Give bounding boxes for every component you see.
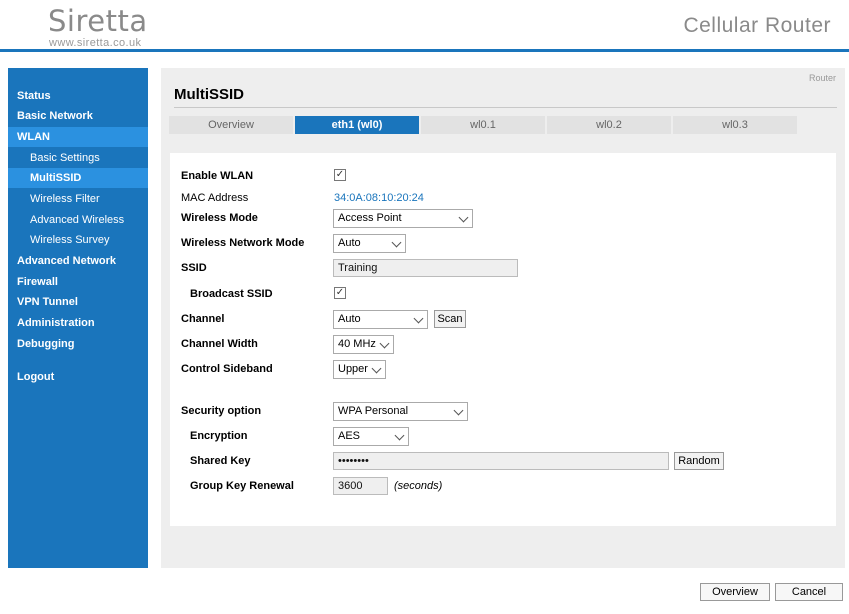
chevron-down-icon: [379, 338, 390, 349]
header-title: Cellular Router: [683, 14, 831, 37]
overview-button[interactable]: Overview: [700, 583, 770, 601]
ssid-input[interactable]: Training: [333, 259, 518, 277]
cancel-button[interactable]: Cancel: [775, 583, 843, 601]
shared-key-input[interactable]: ••••••••: [333, 452, 669, 470]
sidebar-item-basic-network[interactable]: Basic Network: [8, 106, 148, 126]
chevron-down-icon: [394, 430, 405, 441]
encryption-label: Encryption: [190, 430, 248, 442]
sidebar-item-wireless-filter[interactable]: Wireless Filter: [8, 189, 148, 209]
network-mode-value: Auto: [338, 237, 361, 249]
tab-eth1-wl0[interactable]: eth1 (wl0): [295, 116, 419, 134]
random-button[interactable]: Random: [674, 452, 724, 470]
scan-button[interactable]: Scan: [434, 310, 466, 328]
tab-overview[interactable]: Overview: [169, 116, 293, 134]
security-option-value: WPA Personal: [338, 405, 409, 417]
channel-width-select[interactable]: 40 MHz: [333, 335, 394, 354]
chevron-down-icon: [391, 237, 402, 248]
group-key-renewal-input[interactable]: 3600: [333, 477, 388, 495]
control-sideband-label: Control Sideband: [181, 363, 273, 375]
broadcast-ssid-label: Broadcast SSID: [190, 288, 273, 300]
network-mode-select[interactable]: Auto: [333, 234, 406, 253]
sidebar-item-logout[interactable]: Logout: [8, 367, 148, 387]
sidebar-item-debugging[interactable]: Debugging: [8, 334, 148, 354]
title-divider: [174, 107, 837, 108]
logo: Siretta: [48, 4, 148, 38]
control-sideband-select[interactable]: Upper: [333, 360, 386, 379]
wireless-mode-value: Access Point: [338, 212, 402, 224]
encryption-select[interactable]: AES: [333, 427, 409, 446]
channel-width-value: 40 MHz: [338, 338, 376, 350]
sidebar-item-firewall[interactable]: Firewall: [8, 272, 148, 292]
network-mode-label: Wireless Network Mode: [181, 237, 305, 249]
page-title: MultiSSID: [174, 86, 244, 103]
chevron-down-icon: [413, 313, 424, 324]
channel-select[interactable]: Auto: [333, 310, 428, 329]
chevron-down-icon: [453, 405, 464, 416]
sidebar-item-vpn-tunnel[interactable]: VPN Tunnel: [8, 292, 148, 312]
tab-wl0-2[interactable]: wl0.2: [547, 116, 671, 134]
mac-address-label: MAC Address: [181, 192, 249, 204]
enable-wlan-label: Enable WLAN: [181, 170, 254, 182]
mac-address-value: 34:0A:08:10:20:24: [334, 192, 424, 204]
breadcrumb: Router: [808, 73, 836, 83]
sidebar-item-advanced-wireless[interactable]: Advanced Wireless: [8, 210, 148, 230]
ssid-label: SSID: [181, 262, 207, 274]
group-key-renewal-unit: (seconds): [394, 480, 443, 492]
sidebar-item-wireless-survey[interactable]: Wireless Survey: [8, 230, 148, 250]
encryption-value: AES: [338, 430, 361, 442]
settings-panel: Enable WLAN ✓ MAC Address 34:0A:08:10:20…: [170, 153, 836, 526]
security-option-select[interactable]: WPA Personal: [333, 402, 468, 421]
sidebar-item-administration[interactable]: Administration: [8, 313, 148, 333]
control-sideband-value: Upper: [338, 363, 368, 375]
chevron-down-icon: [458, 212, 469, 223]
shared-key-label: Shared Key: [190, 455, 251, 467]
sidebar-item-advanced-network[interactable]: Advanced Network: [8, 251, 148, 271]
tab-wl0-3[interactable]: wl0.3: [673, 116, 797, 134]
wireless-mode-label: Wireless Mode: [181, 212, 258, 224]
chevron-down-icon: [371, 363, 382, 374]
security-option-label: Security option: [181, 405, 262, 417]
channel-value: Auto: [338, 313, 361, 325]
wireless-mode-select[interactable]: Access Point: [333, 209, 473, 228]
broadcast-ssid-checkbox[interactable]: ✓: [334, 287, 346, 299]
sidebar-item-basic-settings[interactable]: Basic Settings: [8, 148, 148, 168]
channel-width-label: Channel Width: [181, 338, 258, 350]
sidebar-item-multissid[interactable]: MultiSSID: [8, 168, 148, 188]
sidebar: Status Basic Network WLAN Basic Settings…: [8, 68, 148, 568]
tab-wl0-1[interactable]: wl0.1: [421, 116, 545, 134]
logo-url: www.siretta.co.uk: [49, 37, 142, 49]
group-key-renewal-label: Group Key Renewal: [190, 480, 294, 492]
main-content: Router MultiSSID Overview eth1 (wl0) wl0…: [161, 68, 845, 568]
header: Siretta www.siretta.co.uk Cellular Route…: [0, 0, 849, 52]
sidebar-item-status[interactable]: Status: [8, 86, 148, 106]
enable-wlan-checkbox[interactable]: ✓: [334, 169, 346, 181]
sidebar-item-wlan[interactable]: WLAN: [8, 127, 148, 147]
channel-label: Channel: [181, 313, 225, 325]
